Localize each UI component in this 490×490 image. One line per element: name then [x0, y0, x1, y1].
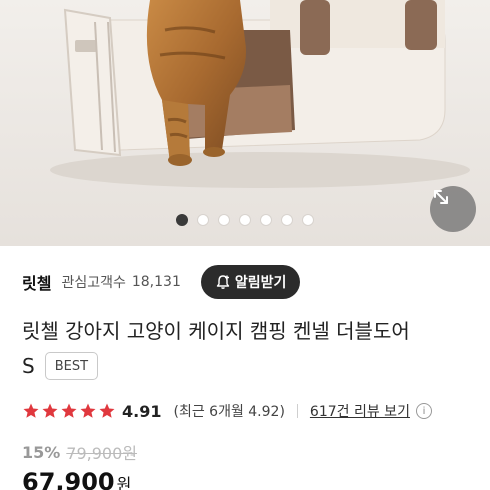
star-icon: [99, 403, 115, 418]
product-title-line2: S BEST: [22, 351, 99, 381]
original-price: 79,900원: [66, 444, 138, 463]
discount-rate: 15%: [22, 442, 61, 462]
product-title: 릿첼 강아지 고양이 케이지 캠핑 켄넬 더블도어: [22, 319, 410, 343]
bell-plus-icon: [216, 275, 230, 289]
watchers-count: 18,131: [131, 274, 181, 290]
recent-rating: (최근 6개월 4.92): [173, 404, 285, 420]
discount-row: 15% 79,900원: [22, 440, 137, 464]
carousel-dot[interactable]: [197, 214, 209, 226]
carousel-dot[interactable]: [281, 214, 293, 226]
sale-price: 67,900: [22, 468, 115, 490]
carousel-dot[interactable]: [302, 214, 314, 226]
star-icon: [42, 403, 58, 418]
rating-row: 4.91 (최근 6개월 4.92) 617건 리뷰 보기 i: [22, 398, 472, 424]
carousel-dot[interactable]: [239, 214, 251, 226]
seller-row: 릿첼 관심고객수 18,131 알림받기: [22, 262, 468, 302]
expand-image-button[interactable]: [430, 186, 476, 232]
product-image[interactable]: [0, 0, 490, 246]
info-icon[interactable]: i: [415, 403, 432, 419]
notify-button[interactable]: 알림받기: [200, 265, 301, 299]
price-unit: 원: [116, 475, 132, 490]
seller-name-link[interactable]: 릿첼: [22, 270, 51, 294]
carousel-dot[interactable]: [218, 214, 230, 226]
star-icon: [23, 403, 39, 418]
expand-arrows-icon: [434, 190, 448, 204]
carousel-dot[interactable]: [176, 214, 188, 226]
price-row: 67,900 원: [22, 468, 131, 490]
review-link[interactable]: 617건 리뷰 보기: [310, 401, 410, 421]
star-rating: [22, 402, 116, 420]
rating-value: 4.91: [122, 401, 162, 421]
carousel-indicator: [0, 213, 490, 227]
product-size: S: [22, 354, 35, 378]
carousel-dot[interactable]: [260, 214, 272, 226]
star-icon: [80, 403, 96, 418]
watchers-label: 관심고객수: [61, 275, 126, 291]
best-badge: BEST: [44, 352, 99, 380]
notify-button-label: 알림받기: [234, 275, 287, 291]
cat-in-carrier-illustration: [0, 0, 490, 246]
star-icon: [61, 403, 77, 418]
divider: [296, 404, 298, 418]
